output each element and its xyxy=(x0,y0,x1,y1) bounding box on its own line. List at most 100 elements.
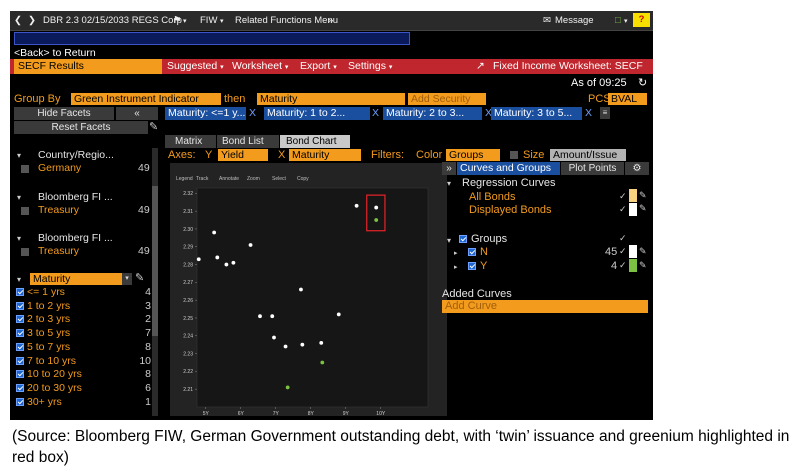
worksheet-menu[interactable]: Worksheet ▾ xyxy=(228,59,288,74)
back-arrow-icon[interactable]: ❮ xyxy=(14,15,22,26)
chart-line-icon[interactable]: ✓ xyxy=(619,246,627,257)
tab-plot-points[interactable]: Plot Points xyxy=(561,162,624,175)
data-point-y[interactable] xyxy=(285,385,290,390)
group-n-checkbox[interactable] xyxy=(468,248,476,256)
facet-value[interactable]: Germany xyxy=(38,162,81,174)
group-n-color-swatch[interactable] xyxy=(629,245,637,258)
add-curve-input[interactable]: Add Curve xyxy=(442,300,648,313)
size-checkbox[interactable] xyxy=(510,151,518,159)
suggested-menu[interactable]: Suggested ▾ xyxy=(163,59,224,74)
fixed-income-worksheet-link[interactable]: Fixed Income Worksheet: SECF xyxy=(489,59,643,74)
data-point-n[interactable] xyxy=(299,287,303,292)
chart-line-icon[interactable]: ✓ xyxy=(619,204,627,215)
remove-filter-icon[interactable]: X xyxy=(585,107,592,119)
x-axis-select[interactable]: Maturity xyxy=(289,149,361,161)
size-select[interactable]: Amount/Issue xyxy=(550,149,626,161)
envelope-icon[interactable]: ✉ xyxy=(543,15,551,26)
maturity-item-label[interactable]: 20 to 30 yrs xyxy=(27,382,82,394)
expand-arrow-icon[interactable]: ▾ xyxy=(17,234,21,243)
maturity-checkbox[interactable] xyxy=(16,342,24,351)
chevron-down-icon[interactable]: ▾ xyxy=(220,17,224,25)
refresh-icon[interactable]: ↻ xyxy=(638,76,647,89)
expand-arrow-icon[interactable]: ▸ xyxy=(454,249,458,257)
maturity-item-label[interactable]: 7 to 10 yrs xyxy=(27,355,76,367)
color-select[interactable]: Groups xyxy=(446,149,500,161)
pcs-value[interactable]: BVAL xyxy=(608,93,647,105)
all-bonds-curve[interactable]: All Bonds xyxy=(469,191,515,203)
group-y-checkbox[interactable] xyxy=(468,262,476,270)
data-point-n[interactable] xyxy=(319,341,324,345)
data-point-y[interactable] xyxy=(320,360,325,365)
group-y-color-swatch[interactable] xyxy=(629,259,637,272)
data-point-n[interactable] xyxy=(258,314,262,319)
maturity-item-label[interactable]: 5 to 7 yrs xyxy=(27,341,70,353)
window-icon[interactable]: □ xyxy=(615,15,621,26)
hide-facets-button[interactable]: Hide Facets xyxy=(14,107,114,120)
expand-arrow-icon[interactable]: ▾ xyxy=(17,151,21,160)
remove-filter-icon[interactable]: X xyxy=(249,107,256,119)
displayed-bonds-color-swatch[interactable] xyxy=(629,203,637,216)
gear-icon[interactable]: ⚙ xyxy=(625,162,649,175)
maturity-item-label[interactable]: 2 to 3 yrs xyxy=(27,313,70,325)
pencil-icon[interactable]: ✎ xyxy=(639,190,647,201)
expand-arrow-icon[interactable]: ▾ xyxy=(17,275,21,284)
pencil-icon[interactable]: ✎ xyxy=(639,260,647,271)
pencil-icon[interactable]: ✎ xyxy=(135,271,144,284)
groups-checkbox[interactable] xyxy=(459,235,467,243)
back-to-return-link[interactable]: <Back> to Return xyxy=(14,47,96,59)
forward-arrow-icon[interactable]: ❯ xyxy=(28,15,36,26)
command-line-input[interactable] xyxy=(14,32,410,45)
tab-bond-list[interactable]: Bond List xyxy=(217,135,279,148)
maturity-checkbox[interactable] xyxy=(16,356,24,365)
data-point-n[interactable] xyxy=(224,262,229,267)
data-point-n[interactable] xyxy=(196,257,201,262)
maturity-checkbox[interactable] xyxy=(16,329,24,338)
expand-arrow-icon[interactable]: ▸ xyxy=(454,263,458,271)
maturity-item-label[interactable]: 10 to 20 yrs xyxy=(27,368,82,380)
pencil-icon[interactable]: ✎ xyxy=(639,203,647,214)
data-point-n[interactable] xyxy=(231,260,236,265)
displayed-bonds-curve[interactable]: Displayed Bonds xyxy=(469,204,552,216)
expand-arrow-icon[interactable]: ▾ xyxy=(17,193,21,202)
maturity-item-label[interactable]: 1 to 2 yrs xyxy=(27,300,70,312)
function-code[interactable]: FIW xyxy=(200,15,217,26)
data-point-y[interactable] xyxy=(374,218,379,222)
data-point-n[interactable] xyxy=(248,243,253,247)
data-point-n[interactable] xyxy=(215,255,220,260)
maturity-checkbox[interactable] xyxy=(16,383,24,392)
data-point-n[interactable] xyxy=(272,335,276,340)
message-button[interactable]: Message xyxy=(555,15,594,26)
filter-chip-maturity-3to5[interactable]: Maturity: 3 to 5... xyxy=(491,107,582,120)
filter-chip-maturity-1to2[interactable]: Maturity: 1 to 2... xyxy=(264,107,370,120)
maturity-item-label[interactable]: 3 to 5 yrs xyxy=(27,327,70,339)
pencil-icon[interactable]: ✎ xyxy=(639,246,647,257)
all-bonds-color-swatch[interactable] xyxy=(629,189,637,202)
chevron-down-icon[interactable]: ▾ xyxy=(624,17,628,25)
data-point-n[interactable] xyxy=(212,230,217,235)
y-axis-select[interactable]: Yield xyxy=(218,149,268,161)
collapse-facets-button[interactable]: « xyxy=(116,107,158,120)
data-point-n[interactable] xyxy=(283,344,288,349)
flag-icon[interactable]: ⚑ xyxy=(173,15,182,26)
chevron-down-icon[interactable]: ▾ xyxy=(183,17,187,25)
export-menu[interactable]: Export ▾ xyxy=(296,59,337,74)
add-security-input[interactable]: Add Security xyxy=(408,93,486,105)
chart-line-icon[interactable]: ✓ xyxy=(619,191,627,202)
remove-filter-icon[interactable]: X xyxy=(372,107,379,119)
checkbox-unchecked[interactable] xyxy=(21,207,29,215)
collapse-right-panel-button[interactable]: » xyxy=(442,162,456,175)
checkbox-unchecked[interactable] xyxy=(21,165,29,173)
data-point-n[interactable] xyxy=(300,342,305,347)
scatter-chart[interactable]: 2.21 2.22 2.23 2.24 2.25 2.26 2.27 2.28 2.29 2.30… xyxy=(170,163,447,416)
maturity-checkbox[interactable] xyxy=(16,288,24,296)
data-point-n[interactable] xyxy=(270,314,275,319)
filter-chip-maturity-le1[interactable]: Maturity: <=1 y... xyxy=(165,107,246,120)
help-button[interactable]: ? xyxy=(633,13,650,27)
sidebar-scrollbar-thumb[interactable] xyxy=(152,186,158,336)
facet-value[interactable]: Treasury xyxy=(38,245,79,257)
filter-chip-maturity-2to3[interactable]: Maturity: 2 to 3... xyxy=(383,107,482,120)
group-y-label[interactable]: Y xyxy=(480,260,487,272)
chart-line-icon[interactable]: ✓ xyxy=(619,260,627,271)
maturity-checkbox[interactable] xyxy=(16,301,24,310)
maturity-checkbox[interactable] xyxy=(16,315,24,324)
